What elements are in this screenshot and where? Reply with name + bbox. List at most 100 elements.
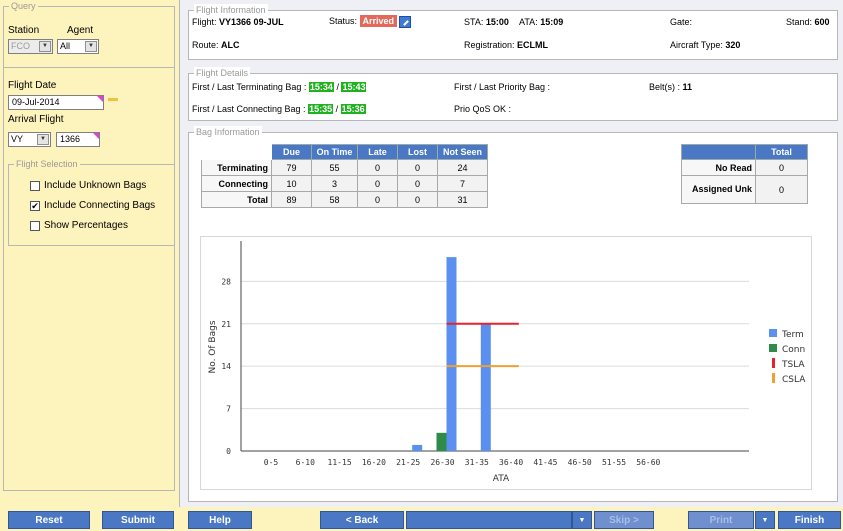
- route-field: Route: ALC: [192, 40, 240, 50]
- y-tick-label: 28: [221, 277, 231, 286]
- table-row: No Read 0: [681, 159, 808, 176]
- agent-select-value: All: [60, 41, 71, 51]
- x-tick-label: 21-25: [396, 458, 420, 467]
- stand-field: Stand: 600: [786, 17, 830, 27]
- flight-information-legend: Flight Information: [194, 4, 268, 16]
- ata-field: ATA: 15:09: [519, 17, 563, 27]
- legend-label: Term: [781, 330, 804, 340]
- ata-value: 15:09: [540, 17, 564, 27]
- flight-value: VY1366 09-JUL: [219, 17, 284, 27]
- skip-button[interactable]: Skip >: [594, 511, 654, 529]
- table-cell: 0: [357, 175, 398, 192]
- x-tick-label: 36-40: [499, 458, 523, 467]
- chevron-down-icon[interactable]: ▼: [572, 511, 592, 529]
- checkbox-box: [30, 220, 40, 231]
- bar-term: [446, 257, 457, 451]
- submit-button[interactable]: Submit: [102, 511, 174, 529]
- row-header: No Read: [681, 159, 756, 176]
- table-cell: 0: [357, 191, 398, 208]
- table-cell: 10: [271, 175, 312, 192]
- flight-date-field[interactable]: 09-Jul-2014: [8, 95, 104, 110]
- stand-value: 600: [814, 17, 830, 27]
- flight-label: Flight: VY1366 09-JUL: [192, 17, 284, 27]
- column-header: Late: [357, 144, 398, 160]
- status-field: Status: Arrived: [329, 15, 412, 28]
- table-cell: 3: [311, 175, 358, 192]
- query-panel: Query Station Agent FCO ▼ All ▼ Flight D…: [0, 0, 180, 531]
- column-header: Due: [271, 144, 312, 160]
- query-fieldset: Query: [3, 0, 175, 491]
- route-label: Route:: [192, 40, 219, 50]
- belts-label: Belt(s) :: [649, 82, 681, 92]
- legend-label: TSLA: [781, 360, 805, 370]
- finish-button[interactable]: Finish: [778, 511, 841, 529]
- flight-selection-legend: Flight Selection: [14, 158, 80, 170]
- arrival-flight-label: Arrival Flight: [8, 114, 64, 125]
- x-tick-label: 11-15: [328, 458, 352, 467]
- divider: [4, 67, 175, 68]
- route-value: ALC: [221, 40, 240, 50]
- terminating-last-time: 15:43: [341, 82, 367, 92]
- help-button[interactable]: Help: [188, 511, 252, 529]
- airline-select-value: VY: [11, 134, 24, 144]
- bag-summary-table: Due On Time Late Lost Not Seen Terminati…: [201, 144, 488, 208]
- column-header: On Time: [311, 144, 358, 160]
- registration-label: Registration:: [464, 40, 515, 50]
- x-tick-label: 16-20: [362, 458, 386, 467]
- column-header: Total: [755, 144, 808, 160]
- y-tick-label: 7: [226, 405, 231, 414]
- column-header: Not Seen: [437, 144, 488, 160]
- legend-swatch: [769, 329, 777, 337]
- chevron-down-icon: ▼: [37, 134, 49, 145]
- table-cell: 0: [755, 175, 808, 204]
- flight-details-section: Flight Details First / Last Terminating …: [188, 67, 838, 121]
- edit-icon[interactable]: [399, 15, 412, 28]
- checkbox-box: [30, 180, 40, 191]
- x-axis-title: ATA: [493, 474, 510, 484]
- flight-number-field[interactable]: 1366: [56, 132, 100, 147]
- table-cell: 79: [271, 159, 312, 176]
- y-tick-label: 0: [226, 447, 231, 456]
- calendar-icon[interactable]: [108, 98, 118, 101]
- y-tick-label: 21: [221, 320, 231, 329]
- connecting-last-time: 15:36: [340, 104, 366, 114]
- checkbox-label: Show Percentages: [44, 220, 128, 231]
- status-badge: Arrived: [359, 15, 398, 27]
- chevron-down-icon: ▼: [39, 41, 51, 52]
- show-percentages-checkbox[interactable]: Show Percentages: [30, 220, 128, 231]
- agent-select[interactable]: All ▼: [57, 39, 99, 54]
- connecting-bag-times: First / Last Connecting Bag : 15:35 / 15…: [192, 104, 366, 114]
- bar-conn: [436, 432, 447, 451]
- row-header: Connecting: [201, 175, 272, 192]
- x-tick-label: 51-55: [602, 458, 626, 467]
- x-tick-label: 56-60: [636, 458, 660, 467]
- table-header-row: Total: [681, 144, 808, 160]
- include-connecting-bags-checkbox[interactable]: ✔ Include Connecting Bags: [30, 200, 155, 211]
- chevron-down-icon[interactable]: ▼: [755, 511, 775, 529]
- flight-label-text: Flight:: [192, 17, 217, 27]
- chevron-down-icon: ▼: [85, 41, 97, 52]
- print-button[interactable]: Print: [688, 511, 754, 529]
- reset-button[interactable]: Reset: [8, 511, 90, 529]
- station-label: Station: [8, 25, 40, 36]
- station-select[interactable]: FCO ▼: [8, 39, 53, 54]
- aircraft-type-field: Aircraft Type: 320: [670, 40, 740, 50]
- belts-field: Belt(s) : 11: [649, 82, 692, 92]
- agent-label: Agent: [67, 25, 94, 36]
- x-tick-label: 31-35: [465, 458, 489, 467]
- aircraft-type-value: 320: [725, 40, 741, 50]
- flight-date-label: Flight Date: [8, 80, 57, 91]
- back-button[interactable]: < Back: [320, 511, 404, 529]
- table-row: Terminating 79 55 0 0 24: [201, 159, 488, 176]
- bottom-toolbar: Reset Submit Help < Back ▼ Skip > Print …: [0, 507, 843, 531]
- airline-select[interactable]: VY ▼: [8, 132, 51, 147]
- row-header: Total: [201, 191, 272, 208]
- checkmark-icon: ✔: [30, 200, 40, 211]
- terminating-bag-label: First / Last Terminating Bag :: [192, 82, 307, 92]
- table-header-row: Due On Time Late Lost Not Seen: [201, 144, 488, 160]
- table-row: Assigned Unk 0: [681, 175, 808, 204]
- table-cell: 0: [755, 159, 808, 176]
- column-header: Lost: [397, 144, 438, 160]
- table-cell: 58: [311, 191, 358, 208]
- include-unknown-bags-checkbox[interactable]: Include Unknown Bags: [30, 180, 146, 191]
